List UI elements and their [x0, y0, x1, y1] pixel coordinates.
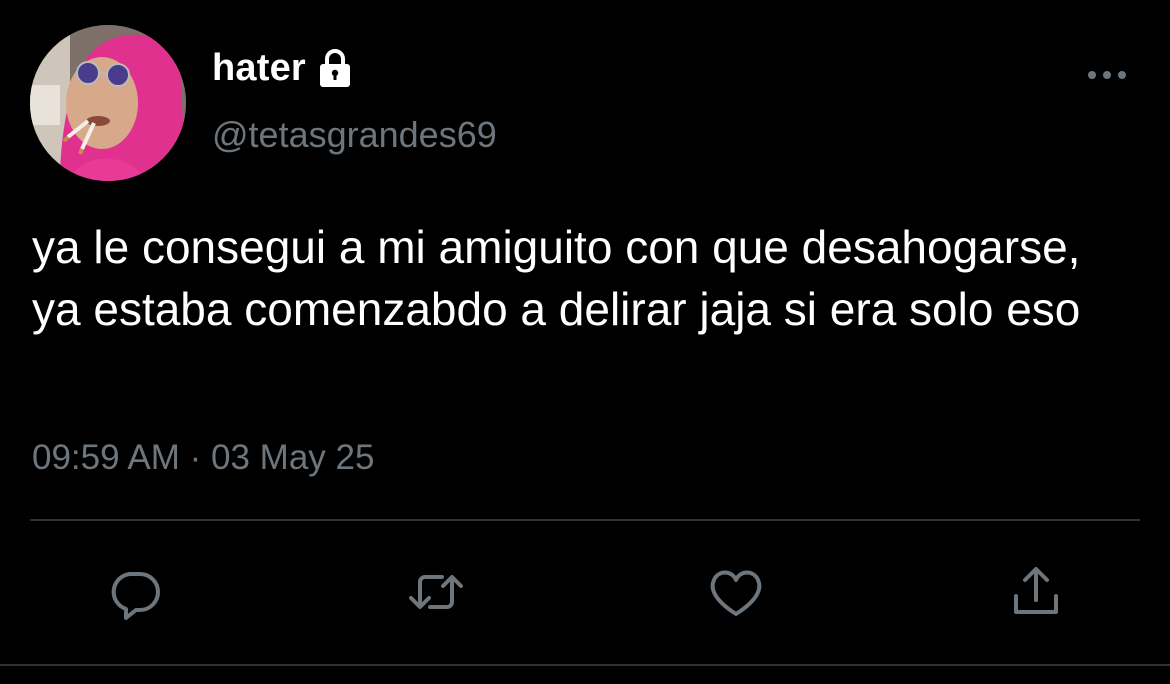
user-handle[interactable]: @tetasgrandes69	[212, 114, 497, 156]
reply-icon	[111, 572, 160, 620]
tweet-date: 03 May 25	[211, 438, 375, 477]
divider	[30, 519, 1140, 521]
like-button[interactable]	[704, 560, 768, 624]
retweet-icon	[409, 575, 463, 609]
reply-button[interactable]	[104, 560, 168, 624]
name-row: hater	[212, 44, 356, 92]
tweet-time: 09:59 AM	[32, 438, 180, 477]
avatar[interactable]	[30, 25, 186, 181]
meta-separator: ·	[189, 438, 202, 477]
action-bar	[0, 560, 1170, 630]
tweet-timestamp[interactable]: 09:59 AM · 03 May 25	[32, 438, 374, 478]
heart-icon	[710, 570, 762, 616]
avatar-image	[30, 25, 186, 181]
retweet-button[interactable]	[404, 560, 468, 624]
tweet-text: ya le consegui a mi amiguito con que des…	[32, 221, 1081, 335]
display-name[interactable]: hater	[212, 47, 306, 90]
divider-bottom	[0, 664, 1170, 666]
more-options-icon[interactable]	[1082, 62, 1132, 88]
tweet-card: hater @tetasgrandes69 ya le consegui a m…	[0, 0, 1170, 684]
share-button[interactable]	[1004, 560, 1068, 624]
lock-icon	[314, 47, 356, 89]
share-icon	[1014, 567, 1058, 614]
